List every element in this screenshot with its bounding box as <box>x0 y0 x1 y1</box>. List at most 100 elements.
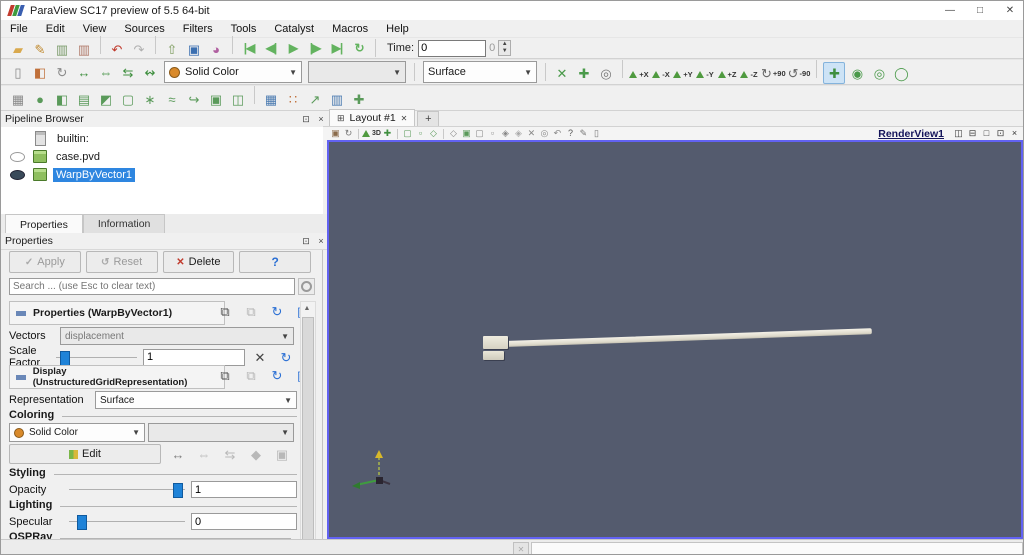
properties-close-icon[interactable]: × <box>315 235 327 247</box>
edit-color-map-button[interactable]: Edit <box>9 444 161 464</box>
rescale-temporal-icon[interactable]: ⇆ <box>118 62 138 82</box>
rescale-custom-range-icon[interactable]: ⇔ <box>96 62 116 82</box>
capture-icon[interactable]: ▣ <box>184 40 204 60</box>
refresh-scale-icon[interactable]: ↻ <box>276 347 296 367</box>
toggle-color-legend-icon[interactable]: ▯ <box>8 62 28 82</box>
rotate-90-ccw-button[interactable]: ↺ -90 <box>788 63 811 83</box>
rotate-90-cw-button[interactable]: ↻ +90 <box>761 63 786 83</box>
set-view-minus-x-button[interactable]: -X <box>651 64 671 84</box>
layout-tab[interactable]: ⊞ Layout #1 ✕ <box>329 109 416 126</box>
choose-preset-button[interactable]: ◆ <box>246 444 266 464</box>
scale-factor-input[interactable] <box>143 348 245 366</box>
pipeline-float-icon[interactable]: ⊡ <box>300 113 312 125</box>
select-cells-poly-icon[interactable]: ◇ <box>427 128 440 140</box>
copy-properties-icon[interactable]: ⧉ <box>215 301 235 321</box>
properties-scrollbar[interactable]: ▲ ▼ <box>300 301 316 554</box>
float-view-icon[interactable]: ⊡ <box>994 128 1007 140</box>
plot-over-line-icon[interactable]: ↗ <box>305 90 325 110</box>
color-palette-icon[interactable]: ◕ <box>206 40 226 60</box>
abort-progress-button[interactable]: ✕ <box>513 542 529 554</box>
camera-undo-icon[interactable]: ↶ <box>551 128 564 140</box>
minimize-button[interactable]: — <box>935 1 965 20</box>
clear-selection-icon[interactable]: ✕ <box>525 128 538 140</box>
interactive-select-cells-icon[interactable]: ▢ <box>473 128 486 140</box>
menu-tools[interactable]: Tools <box>222 22 266 36</box>
disconnect-icon[interactable]: ▥ <box>74 40 94 60</box>
visibility-off-icon[interactable] <box>9 151 25 162</box>
menu-view[interactable]: View <box>74 22 116 36</box>
render-viewport[interactable] <box>327 140 1023 539</box>
zoom-to-box-small-icon[interactable]: ◎ <box>538 128 551 140</box>
copy-display-icon[interactable]: ⧉ <box>215 365 235 385</box>
pick-center-button[interactable]: ◎ <box>869 63 889 83</box>
interaction-mode-3d-icon[interactable]: 3D <box>362 128 381 140</box>
open-icon[interactable]: ▰ <box>8 40 28 60</box>
reset-button[interactable]: ↺ Reset <box>85 251 158 273</box>
zoom-to-data-icon[interactable]: ✚ <box>574 63 594 83</box>
load-state-icon[interactable]: ⇧ <box>162 40 182 60</box>
reset-range-icon[interactable]: ↻ <box>52 62 72 82</box>
redo-icon[interactable]: ↷ <box>129 40 149 60</box>
warp-by-vector-icon[interactable]: ↪ <box>184 90 204 110</box>
interactive-select-points-icon[interactable]: ▫ <box>486 128 499 140</box>
center-rotation-icon[interactable]: ✚ <box>381 128 394 140</box>
probe-location-icon[interactable]: ✚ <box>349 90 369 110</box>
show-orientation-axes-toggle[interactable]: ◯ <box>891 63 911 83</box>
new-layout-tab[interactable]: + <box>417 111 440 126</box>
menu-filters[interactable]: Filters <box>174 22 222 36</box>
coloring-array-dropdown[interactable]: Solid Color ▼ <box>9 423 145 442</box>
opacity-input[interactable] <box>191 481 297 498</box>
reload-properties-icon[interactable]: ↻ <box>267 301 287 321</box>
set-view-plus-y-button[interactable]: +Y <box>673 64 693 84</box>
select-cells-rect-icon[interactable]: ▢ <box>401 128 414 140</box>
visibility-on-icon[interactable] <box>9 169 25 180</box>
maximize-view-icon[interactable]: □ <box>980 128 993 140</box>
slice-icon[interactable]: ▤ <box>74 90 94 110</box>
trash-icon[interactable]: ▯ <box>590 128 603 140</box>
previous-frame-button[interactable]: ◀| <box>261 38 281 58</box>
split-horizontal-icon[interactable]: ◫ <box>952 128 965 140</box>
next-frame-button[interactable]: |▶ <box>305 38 325 58</box>
edit-camera-icon[interactable]: ▣ <box>329 128 342 140</box>
rescale-temporal-button[interactable]: ⇆ <box>220 444 240 464</box>
select-block-icon[interactable]: ▣ <box>460 128 473 140</box>
histogram-icon[interactable]: ▥ <box>327 90 347 110</box>
set-view-plus-x-button[interactable]: +X <box>629 64 649 84</box>
help-button[interactable]: ? <box>239 251 311 273</box>
calculator-icon[interactable]: ▦ <box>8 90 28 110</box>
set-view-minus-z-button[interactable]: -Z <box>739 64 759 84</box>
tab-properties[interactable]: Properties <box>5 214 83 234</box>
undo-icon[interactable]: ↶ <box>107 40 127 60</box>
save-data-icon[interactable]: ✎ <box>30 40 50 60</box>
apply-button[interactable]: ✓ Apply <box>9 251 81 273</box>
quartile-chart-icon[interactable]: ∷ <box>283 90 303 110</box>
paste-display-icon[interactable]: ⧉ <box>241 365 261 385</box>
zoom-to-box-icon[interactable]: ◎ <box>596 63 616 83</box>
paste-properties-icon[interactable]: ⧉ <box>241 301 261 321</box>
menu-catalyst[interactable]: Catalyst <box>265 22 323 36</box>
representation-field-dropdown[interactable]: Surface ▼ <box>95 391 297 409</box>
split-vertical-icon[interactable]: ⊟ <box>966 128 979 140</box>
edit-color-map-icon[interactable]: ◧ <box>30 62 50 82</box>
menu-help[interactable]: Help <box>377 22 418 36</box>
time-spinner[interactable]: ▲ ▼ <box>498 40 512 56</box>
last-frame-button[interactable]: ▶| <box>327 38 347 58</box>
opacity-slider[interactable] <box>69 483 185 498</box>
hover-points-icon[interactable]: ◈ <box>512 128 525 140</box>
set-view-plus-z-button[interactable]: +Z <box>717 64 737 84</box>
rescale-custom-button[interactable]: ⇔ <box>194 444 214 464</box>
reset-camera-icon[interactable]: ✕ <box>552 63 572 83</box>
first-frame-button[interactable]: |◀ <box>239 38 259 58</box>
menu-sources[interactable]: Sources <box>115 22 173 36</box>
menu-macros[interactable]: Macros <box>323 22 377 36</box>
stream-tracer-icon[interactable]: ≈ <box>162 90 182 110</box>
reset-center-button[interactable]: ◉ <box>847 63 867 83</box>
color-by-dropdown[interactable]: Solid Color ▼ <box>164 61 302 83</box>
specular-input[interactable] <box>191 513 297 530</box>
hover-cells-icon[interactable]: ◈ <box>499 128 512 140</box>
pipeline-item-case-pvd[interactable]: case.pvd <box>1 148 321 165</box>
search-options-button[interactable] <box>298 278 315 295</box>
extract-subset-icon[interactable]: ▢ <box>118 90 138 110</box>
contour-icon[interactable]: ● <box>30 90 50 110</box>
threshold-icon[interactable]: ◩ <box>96 90 116 110</box>
